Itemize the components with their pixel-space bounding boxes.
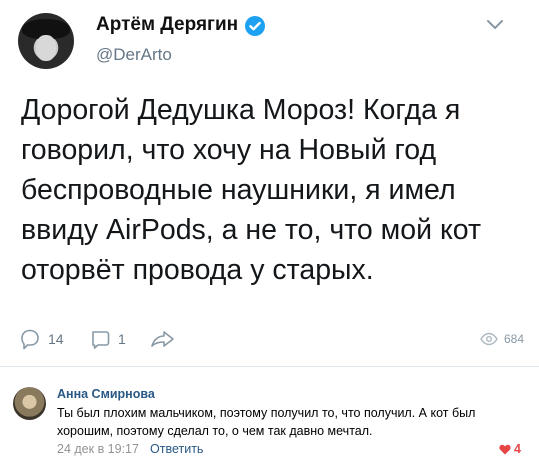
face-shape — [36, 35, 56, 61]
reply-icon — [21, 329, 39, 350]
tweet-text: Дорогой Дедушка Мороз! Когда я говорил, … — [21, 94, 482, 286]
retweet-count: 1 — [118, 331, 126, 347]
embedded-tweet: Артём Дерягин @DerArto Дорогой Дедушка М… — [0, 0, 539, 367]
eye-icon — [480, 332, 498, 346]
comment-like-button[interactable]: 4 — [499, 442, 521, 456]
reply-button[interactable]: 14 — [18, 327, 64, 351]
reply-count: 14 — [48, 331, 64, 347]
retweet-button[interactable]: 1 — [90, 327, 126, 351]
comment-author-name[interactable]: Анна Смирнова — [57, 387, 155, 401]
chevron-down-icon[interactable] — [486, 18, 504, 30]
tweet-author-handle[interactable]: @DerArto — [96, 45, 172, 65]
verified-icon — [245, 16, 265, 36]
comment-date[interactable]: 24 дек в 19:17 — [57, 442, 139, 456]
heart-icon — [499, 444, 511, 454]
views-counter: 684 — [480, 327, 524, 351]
tweet-author-name[interactable]: Артём Дерягин — [96, 14, 238, 36]
share-icon — [151, 331, 174, 347]
comment-author-avatar[interactable] — [13, 387, 46, 420]
tweet-actions: 14 1 684 — [0, 327, 539, 355]
comment-like-count: 4 — [514, 442, 521, 456]
share-button[interactable] — [150, 327, 176, 351]
comment: Анна Смирнова Ты был плохим мальчиком, п… — [0, 367, 539, 461]
comment-text: Ты был плохим мальчиком, поэтому получил… — [57, 406, 476, 438]
tweet-author-avatar[interactable] — [18, 13, 74, 69]
retweet-icon — [92, 331, 110, 349]
views-count: 684 — [504, 332, 525, 346]
comment-reply-button[interactable]: Ответить — [150, 442, 203, 456]
